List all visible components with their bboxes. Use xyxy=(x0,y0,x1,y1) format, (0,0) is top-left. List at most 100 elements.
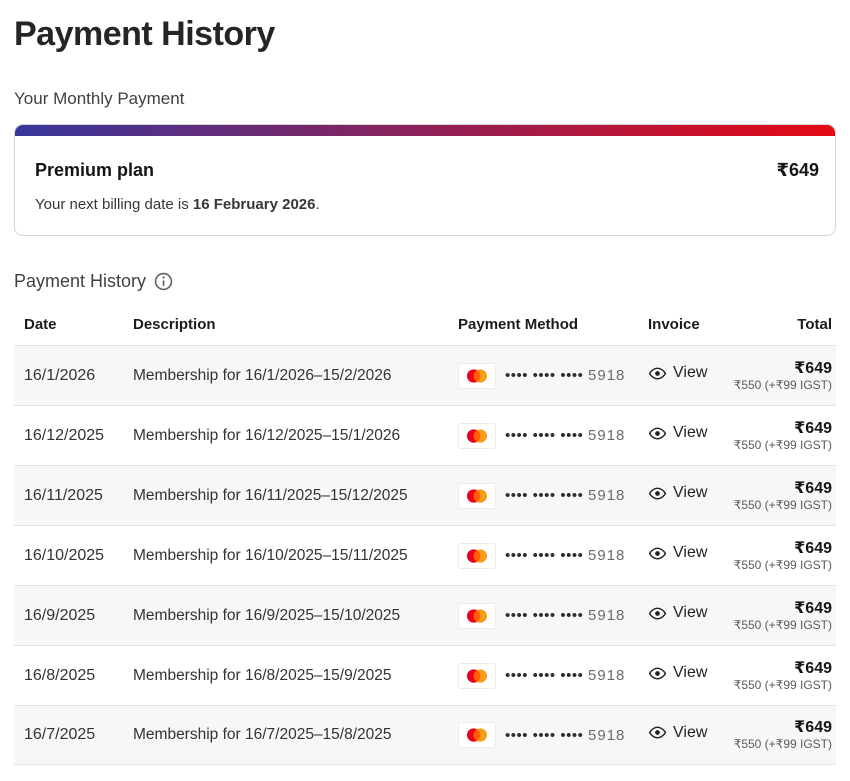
total-cell: ₹649 ₹550 (+₹99 IGST) xyxy=(728,479,832,513)
payment-method-cell: •••• •••• •••• 5918 xyxy=(458,663,648,689)
card-last4: 5918 xyxy=(588,427,625,444)
total-breakdown: ₹550 (+₹99 IGST) xyxy=(728,438,832,453)
table-row: 16/12/2025 Membership for 16/12/2025–15/… xyxy=(14,405,836,465)
mastercard-icon xyxy=(458,603,496,629)
total-cell: ₹649 ₹550 (+₹99 IGST) xyxy=(728,718,832,752)
eye-icon xyxy=(648,544,667,563)
payment-method-cell: •••• •••• •••• 5918 xyxy=(458,603,648,629)
invoice-cell: View xyxy=(648,544,728,568)
view-invoice-link[interactable]: View xyxy=(648,364,707,383)
payment-method-cell: •••• •••• •••• 5918 xyxy=(458,423,648,449)
payment-method-cell: •••• •••• •••• 5918 xyxy=(458,722,648,748)
plan-name: Premium plan xyxy=(35,158,154,183)
invoice-cell: View xyxy=(648,604,728,628)
column-header-total: Total xyxy=(728,316,832,333)
payment-date: 16/9/2025 xyxy=(24,607,133,625)
mastercard-icon xyxy=(458,722,496,748)
card-number-masked: •••• •••• •••• 5918 xyxy=(505,487,625,504)
total-breakdown: ₹550 (+₹99 IGST) xyxy=(728,737,832,752)
payment-method-cell: •••• •••• •••• 5918 xyxy=(458,363,648,389)
total-cell: ₹649 ₹550 (+₹99 IGST) xyxy=(728,659,832,693)
view-label: View xyxy=(673,664,707,682)
total-amount: ₹649 xyxy=(728,359,832,378)
eye-icon xyxy=(648,604,667,623)
info-icon[interactable] xyxy=(154,272,173,291)
payment-method-cell: •••• •••• •••• 5918 xyxy=(458,543,648,569)
payment-rows: 16/1/2026 Membership for 16/1/2026–15/2/… xyxy=(14,345,836,765)
payment-description: Membership for 16/11/2025–15/12/2025 xyxy=(133,487,458,505)
view-invoice-link[interactable]: View xyxy=(648,604,707,623)
plan-card: Premium plan ₹649 Your next billing date… xyxy=(14,124,836,236)
monthly-payment-heading: Your Monthly Payment xyxy=(14,89,836,109)
payment-description: Membership for 16/7/2025–15/8/2025 xyxy=(133,726,458,744)
plan-gradient-bar xyxy=(15,125,835,136)
mastercard-icon xyxy=(458,363,496,389)
column-header-payment-method: Payment Method xyxy=(458,316,648,333)
total-breakdown: ₹550 (+₹99 IGST) xyxy=(728,378,832,393)
total-amount: ₹649 xyxy=(728,419,832,438)
card-number-masked: •••• •••• •••• 5918 xyxy=(505,367,625,384)
payment-description: Membership for 16/10/2025–15/11/2025 xyxy=(133,547,458,565)
total-breakdown: ₹550 (+₹99 IGST) xyxy=(728,678,832,693)
card-last4: 5918 xyxy=(588,727,625,744)
card-number-masked: •••• •••• •••• 5918 xyxy=(505,667,625,684)
plan-card-body: Premium plan ₹649 Your next billing date… xyxy=(15,136,835,235)
payment-date: 16/7/2025 xyxy=(24,726,133,744)
view-invoice-link[interactable]: View xyxy=(648,664,707,683)
table-row: 16/9/2025 Membership for 16/9/2025–15/10… xyxy=(14,585,836,645)
payment-method-cell: •••• •••• •••• 5918 xyxy=(458,483,648,509)
total-cell: ₹649 ₹550 (+₹99 IGST) xyxy=(728,539,832,573)
column-header-date: Date xyxy=(24,316,133,333)
billing-date-text: Your next billing date is 16 February 20… xyxy=(35,196,819,214)
total-breakdown: ₹550 (+₹99 IGST) xyxy=(728,558,832,573)
history-section-title: Payment History xyxy=(14,270,146,292)
history-section-head: Payment History xyxy=(14,270,836,292)
billing-suffix: . xyxy=(315,196,319,213)
total-cell: ₹649 ₹550 (+₹99 IGST) xyxy=(728,419,832,453)
table-row: 16/7/2025 Membership for 16/7/2025–15/8/… xyxy=(14,705,836,765)
invoice-cell: View xyxy=(648,484,728,508)
billing-date: 16 February 2026 xyxy=(193,196,316,213)
eye-icon xyxy=(648,484,667,503)
total-cell: ₹649 ₹550 (+₹99 IGST) xyxy=(728,599,832,633)
payment-description: Membership for 16/9/2025–15/10/2025 xyxy=(133,607,458,625)
payment-date: 16/8/2025 xyxy=(24,667,133,685)
view-invoice-link[interactable]: View xyxy=(648,544,707,563)
payment-date: 16/11/2025 xyxy=(24,487,133,505)
total-amount: ₹649 xyxy=(728,539,832,558)
table-row: 16/10/2025 Membership for 16/10/2025–15/… xyxy=(14,525,836,585)
eye-icon xyxy=(648,664,667,683)
view-invoice-link[interactable]: View xyxy=(648,424,707,443)
payment-history-page: Payment History Your Monthly Payment Pre… xyxy=(0,0,850,765)
eye-icon xyxy=(648,424,667,443)
view-invoice-link[interactable]: View xyxy=(648,723,707,742)
view-invoice-link[interactable]: View xyxy=(648,484,707,503)
total-breakdown: ₹550 (+₹99 IGST) xyxy=(728,618,832,633)
card-last4: 5918 xyxy=(588,547,625,564)
billing-prefix: Your next billing date is xyxy=(35,196,193,213)
table-row: 16/8/2025 Membership for 16/8/2025–15/9/… xyxy=(14,645,836,705)
page-title: Payment History xyxy=(14,12,836,56)
invoice-cell: View xyxy=(648,723,728,747)
eye-icon xyxy=(648,364,667,383)
column-header-invoice: Invoice xyxy=(648,316,728,333)
total-breakdown: ₹550 (+₹99 IGST) xyxy=(728,498,832,513)
total-amount: ₹649 xyxy=(728,659,832,678)
plan-price: ₹649 xyxy=(776,158,819,183)
invoice-cell: View xyxy=(648,664,728,688)
total-amount: ₹649 xyxy=(728,718,832,737)
total-amount: ₹649 xyxy=(728,479,832,498)
payment-date: 16/1/2026 xyxy=(24,367,133,385)
payment-date: 16/12/2025 xyxy=(24,427,133,445)
card-number-masked: •••• •••• •••• 5918 xyxy=(505,727,625,744)
payment-history-table: Date Description Payment Method Invoice … xyxy=(14,316,836,765)
payment-description: Membership for 16/1/2026–15/2/2026 xyxy=(133,367,458,385)
view-label: View xyxy=(673,724,707,742)
eye-icon xyxy=(648,723,667,742)
view-label: View xyxy=(673,484,707,502)
mastercard-icon xyxy=(458,423,496,449)
table-row: 16/11/2025 Membership for 16/11/2025–15/… xyxy=(14,465,836,525)
card-last4: 5918 xyxy=(588,607,625,624)
table-header: Date Description Payment Method Invoice … xyxy=(14,316,836,345)
card-number-masked: •••• •••• •••• 5918 xyxy=(505,607,625,624)
